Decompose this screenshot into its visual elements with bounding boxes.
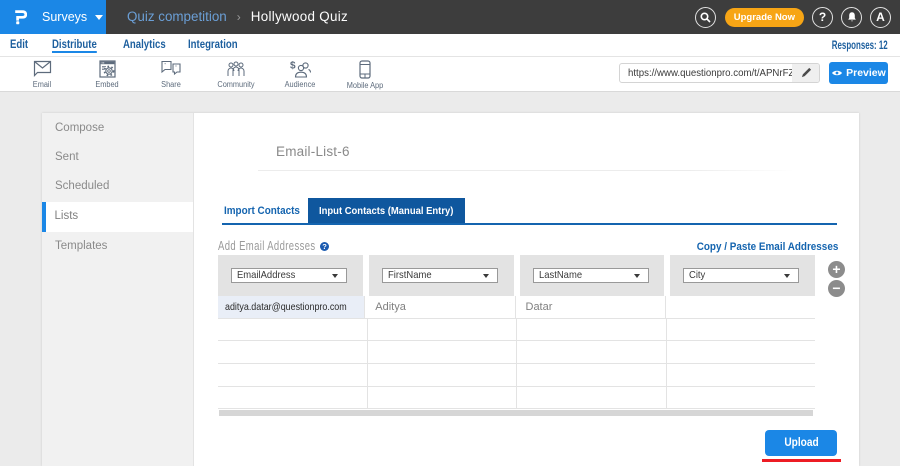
svg-text:$: $ — [290, 61, 296, 72]
svg-text:“: “ — [165, 63, 167, 69]
